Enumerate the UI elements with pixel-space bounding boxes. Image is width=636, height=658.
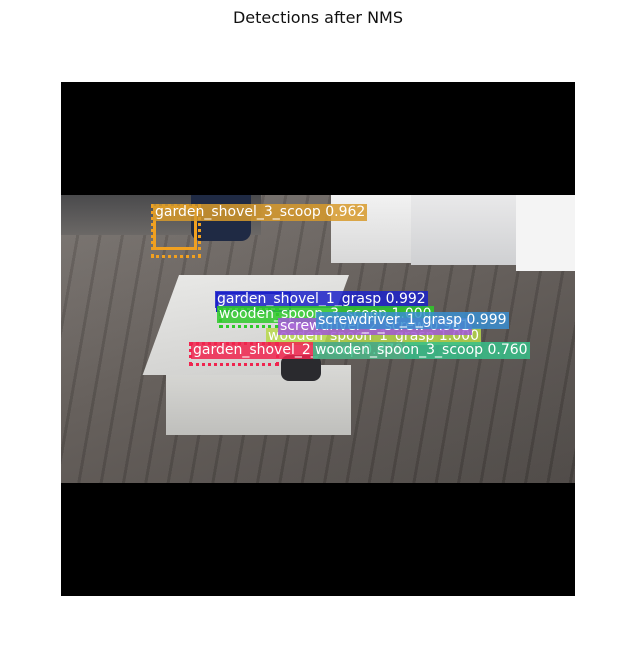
figure-title: Detections after NMS <box>232 8 403 27</box>
image-frame: garden_shovel_3_scoop 0.962 garden_shove… <box>61 82 575 596</box>
door <box>516 195 575 271</box>
detection-label-screwdriver-1: screwdriver_1_grasp 0.999 <box>316 312 509 329</box>
detection-label-wooden-spoon-3-b: wooden_spoon_3_scoop 0.760 <box>313 342 530 359</box>
detection-label-garden-shovel-3: garden_shovel_3_scoop 0.962 <box>153 204 368 221</box>
box-side <box>166 365 351 435</box>
